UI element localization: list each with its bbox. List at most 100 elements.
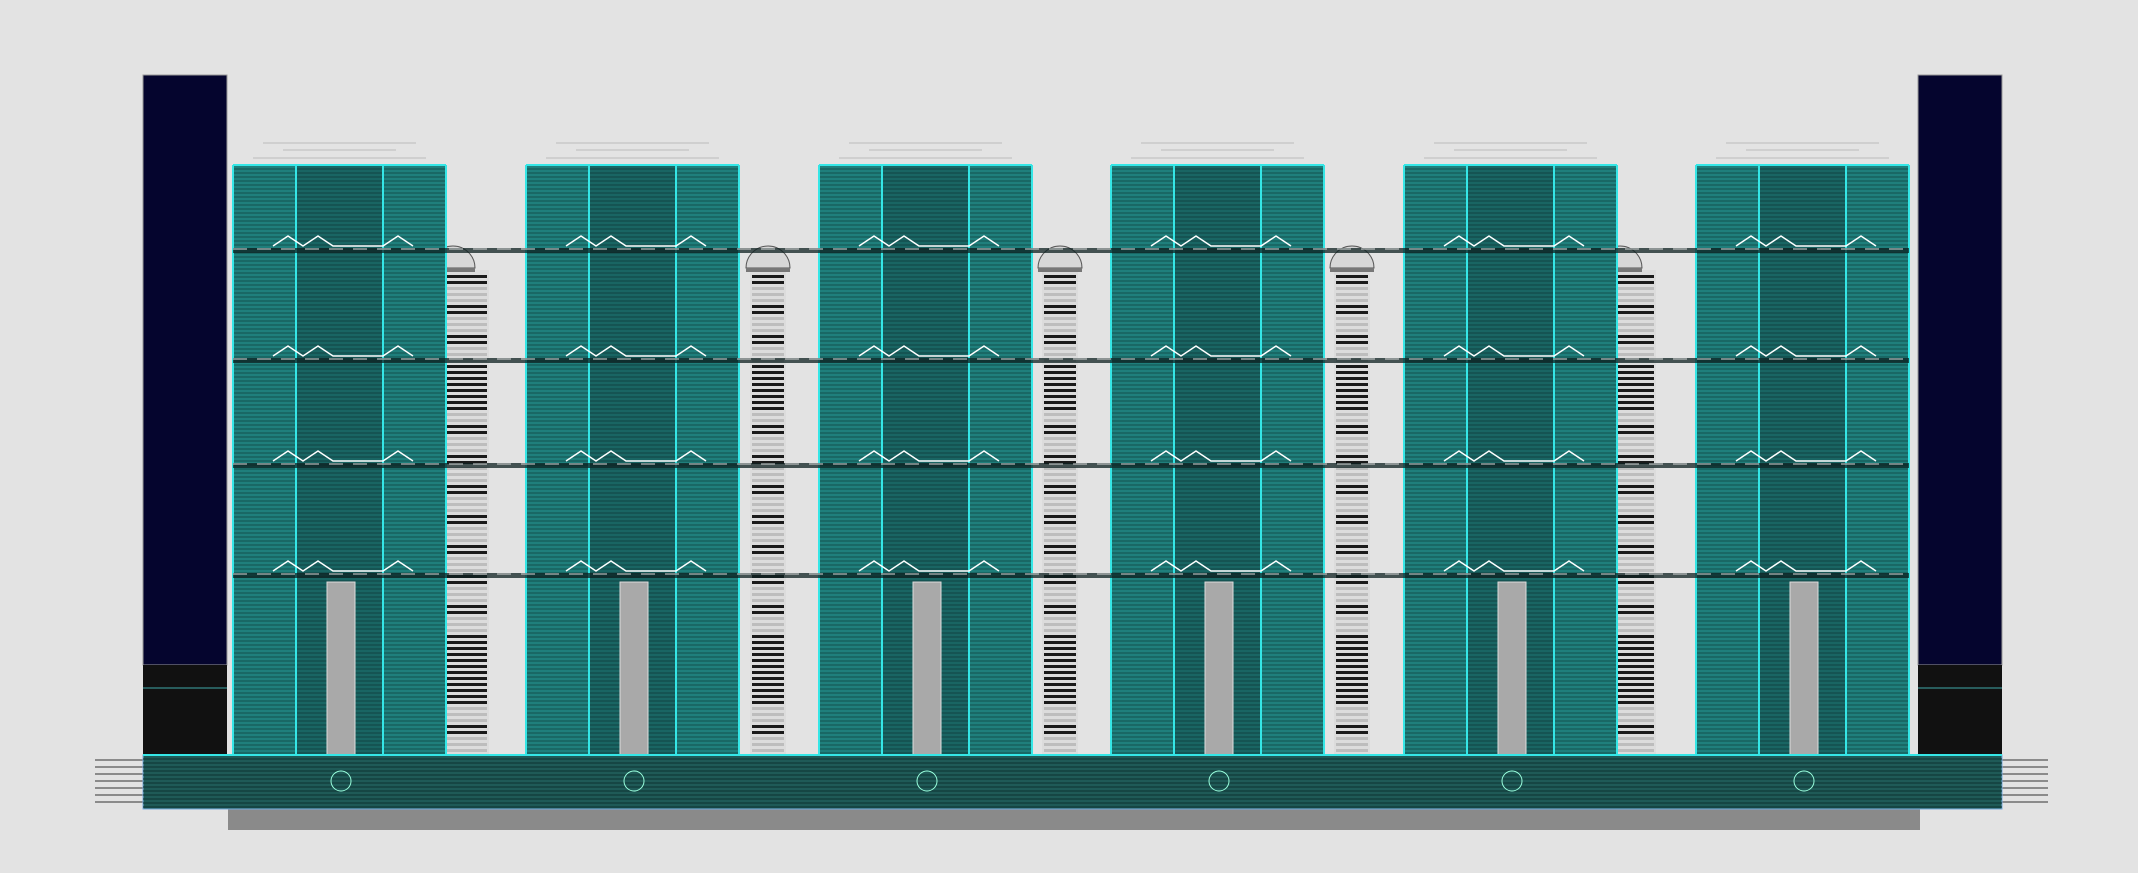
core-stair-line <box>1044 365 1076 368</box>
core-stair-line <box>1336 635 1368 638</box>
core-stair-line <box>1044 599 1076 602</box>
core-stair-line <box>1336 497 1368 500</box>
core-stair-line <box>1044 611 1076 614</box>
core-stair-line <box>1336 413 1368 416</box>
core-stair-line <box>1044 683 1076 686</box>
piloti-column <box>912 581 942 756</box>
core-stair-line <box>1044 623 1076 626</box>
core-stair-line <box>752 449 784 452</box>
core-stair-line <box>1336 527 1368 530</box>
core-stair-line <box>1044 629 1076 632</box>
core-stair-line <box>752 335 784 338</box>
core-stair-line <box>1336 287 1368 290</box>
core-stair-line <box>752 377 784 380</box>
core-stair-line <box>752 401 784 404</box>
core-stair-line <box>1044 521 1076 524</box>
core-stair-line <box>1336 695 1368 698</box>
core-stair-line <box>1044 317 1076 320</box>
core-stair-line <box>1044 665 1076 668</box>
core-stair-line <box>1044 689 1076 692</box>
core-stair-line <box>752 419 784 422</box>
core-stair-line <box>1336 455 1368 458</box>
core-stair-line <box>1336 443 1368 446</box>
core-stair-line <box>1336 401 1368 404</box>
core-stair-line <box>752 407 784 410</box>
core-stair-line <box>752 521 784 524</box>
core-stair-line <box>1044 677 1076 680</box>
core-stair-line <box>1044 341 1076 344</box>
core-stair-line <box>752 671 784 674</box>
core-stair-line <box>1044 371 1076 374</box>
piloti-column <box>1789 581 1819 756</box>
core-stair-line <box>752 629 784 632</box>
core-stair-line <box>752 683 784 686</box>
core-stair-line <box>1044 587 1076 590</box>
core-stair-line <box>1336 587 1368 590</box>
core-stair-line <box>752 509 784 512</box>
core-stair-line <box>1336 503 1368 506</box>
core-stair-line <box>1044 707 1076 710</box>
core-stair-line <box>1044 305 1076 308</box>
core-stair-line <box>1336 599 1368 602</box>
piloti-column <box>1497 581 1527 756</box>
core-stair-line <box>1336 473 1368 476</box>
core-stair-line <box>1044 695 1076 698</box>
core-stair-line <box>752 593 784 596</box>
core-stair-line <box>1336 617 1368 620</box>
core-stair-line <box>1044 485 1076 488</box>
core-stair-line <box>752 647 784 650</box>
core-stair-line <box>1044 533 1076 536</box>
core-stair-line <box>1336 719 1368 722</box>
core-stair-line <box>1336 737 1368 740</box>
core-stair-line <box>752 395 784 398</box>
glass-module <box>232 142 447 756</box>
glass-module <box>525 142 740 756</box>
core-stair-line <box>752 497 784 500</box>
core-stair-line <box>1044 281 1076 284</box>
core-stair-line <box>1044 593 1076 596</box>
core-stair-line <box>752 617 784 620</box>
core-stair-line <box>1336 353 1368 356</box>
core-stair-line <box>1044 539 1076 542</box>
core-stair-line <box>752 353 784 356</box>
core-stair-line <box>752 605 784 608</box>
core-stair-line <box>1336 659 1368 662</box>
core-stair-line <box>1336 449 1368 452</box>
core-stair-line <box>1336 629 1368 632</box>
core-stair-line <box>752 563 784 566</box>
core-stair-line <box>752 311 784 314</box>
core-stair-line <box>1336 521 1368 524</box>
core-stair-line <box>1336 647 1368 650</box>
core-stair-line <box>1044 743 1076 746</box>
core-stair-line <box>752 623 784 626</box>
core-stair-line <box>1044 617 1076 620</box>
core-stair-line <box>1044 443 1076 446</box>
core-stair-line <box>752 443 784 446</box>
core-stair-line <box>752 473 784 476</box>
core-stair-line <box>752 695 784 698</box>
core-stair-line <box>1044 473 1076 476</box>
core-stair-line <box>1336 305 1368 308</box>
core-stair-line <box>752 527 784 530</box>
core-stair-line <box>1336 749 1368 752</box>
core-stair-line <box>1044 407 1076 410</box>
core-stair-line <box>1044 509 1076 512</box>
core-stair-line <box>752 641 784 644</box>
core-stair-line <box>1336 551 1368 554</box>
core-stair-line <box>1336 431 1368 434</box>
core-stair-line <box>1336 689 1368 692</box>
core-stair-line <box>1336 611 1368 614</box>
core-stair-line <box>1044 725 1076 728</box>
glass-module <box>1403 142 1618 756</box>
core-stair-line <box>1044 653 1076 656</box>
core-stair-line <box>1336 275 1368 278</box>
core-stair-line <box>1044 383 1076 386</box>
core-stair-line <box>752 329 784 332</box>
core-stair-line <box>752 719 784 722</box>
core-stair-line <box>1336 581 1368 584</box>
core-stair-line <box>752 611 784 614</box>
core-stair-line <box>1044 419 1076 422</box>
core-stair-line <box>752 479 784 482</box>
core-stair-line <box>1044 581 1076 584</box>
core-stair-line <box>1336 677 1368 680</box>
